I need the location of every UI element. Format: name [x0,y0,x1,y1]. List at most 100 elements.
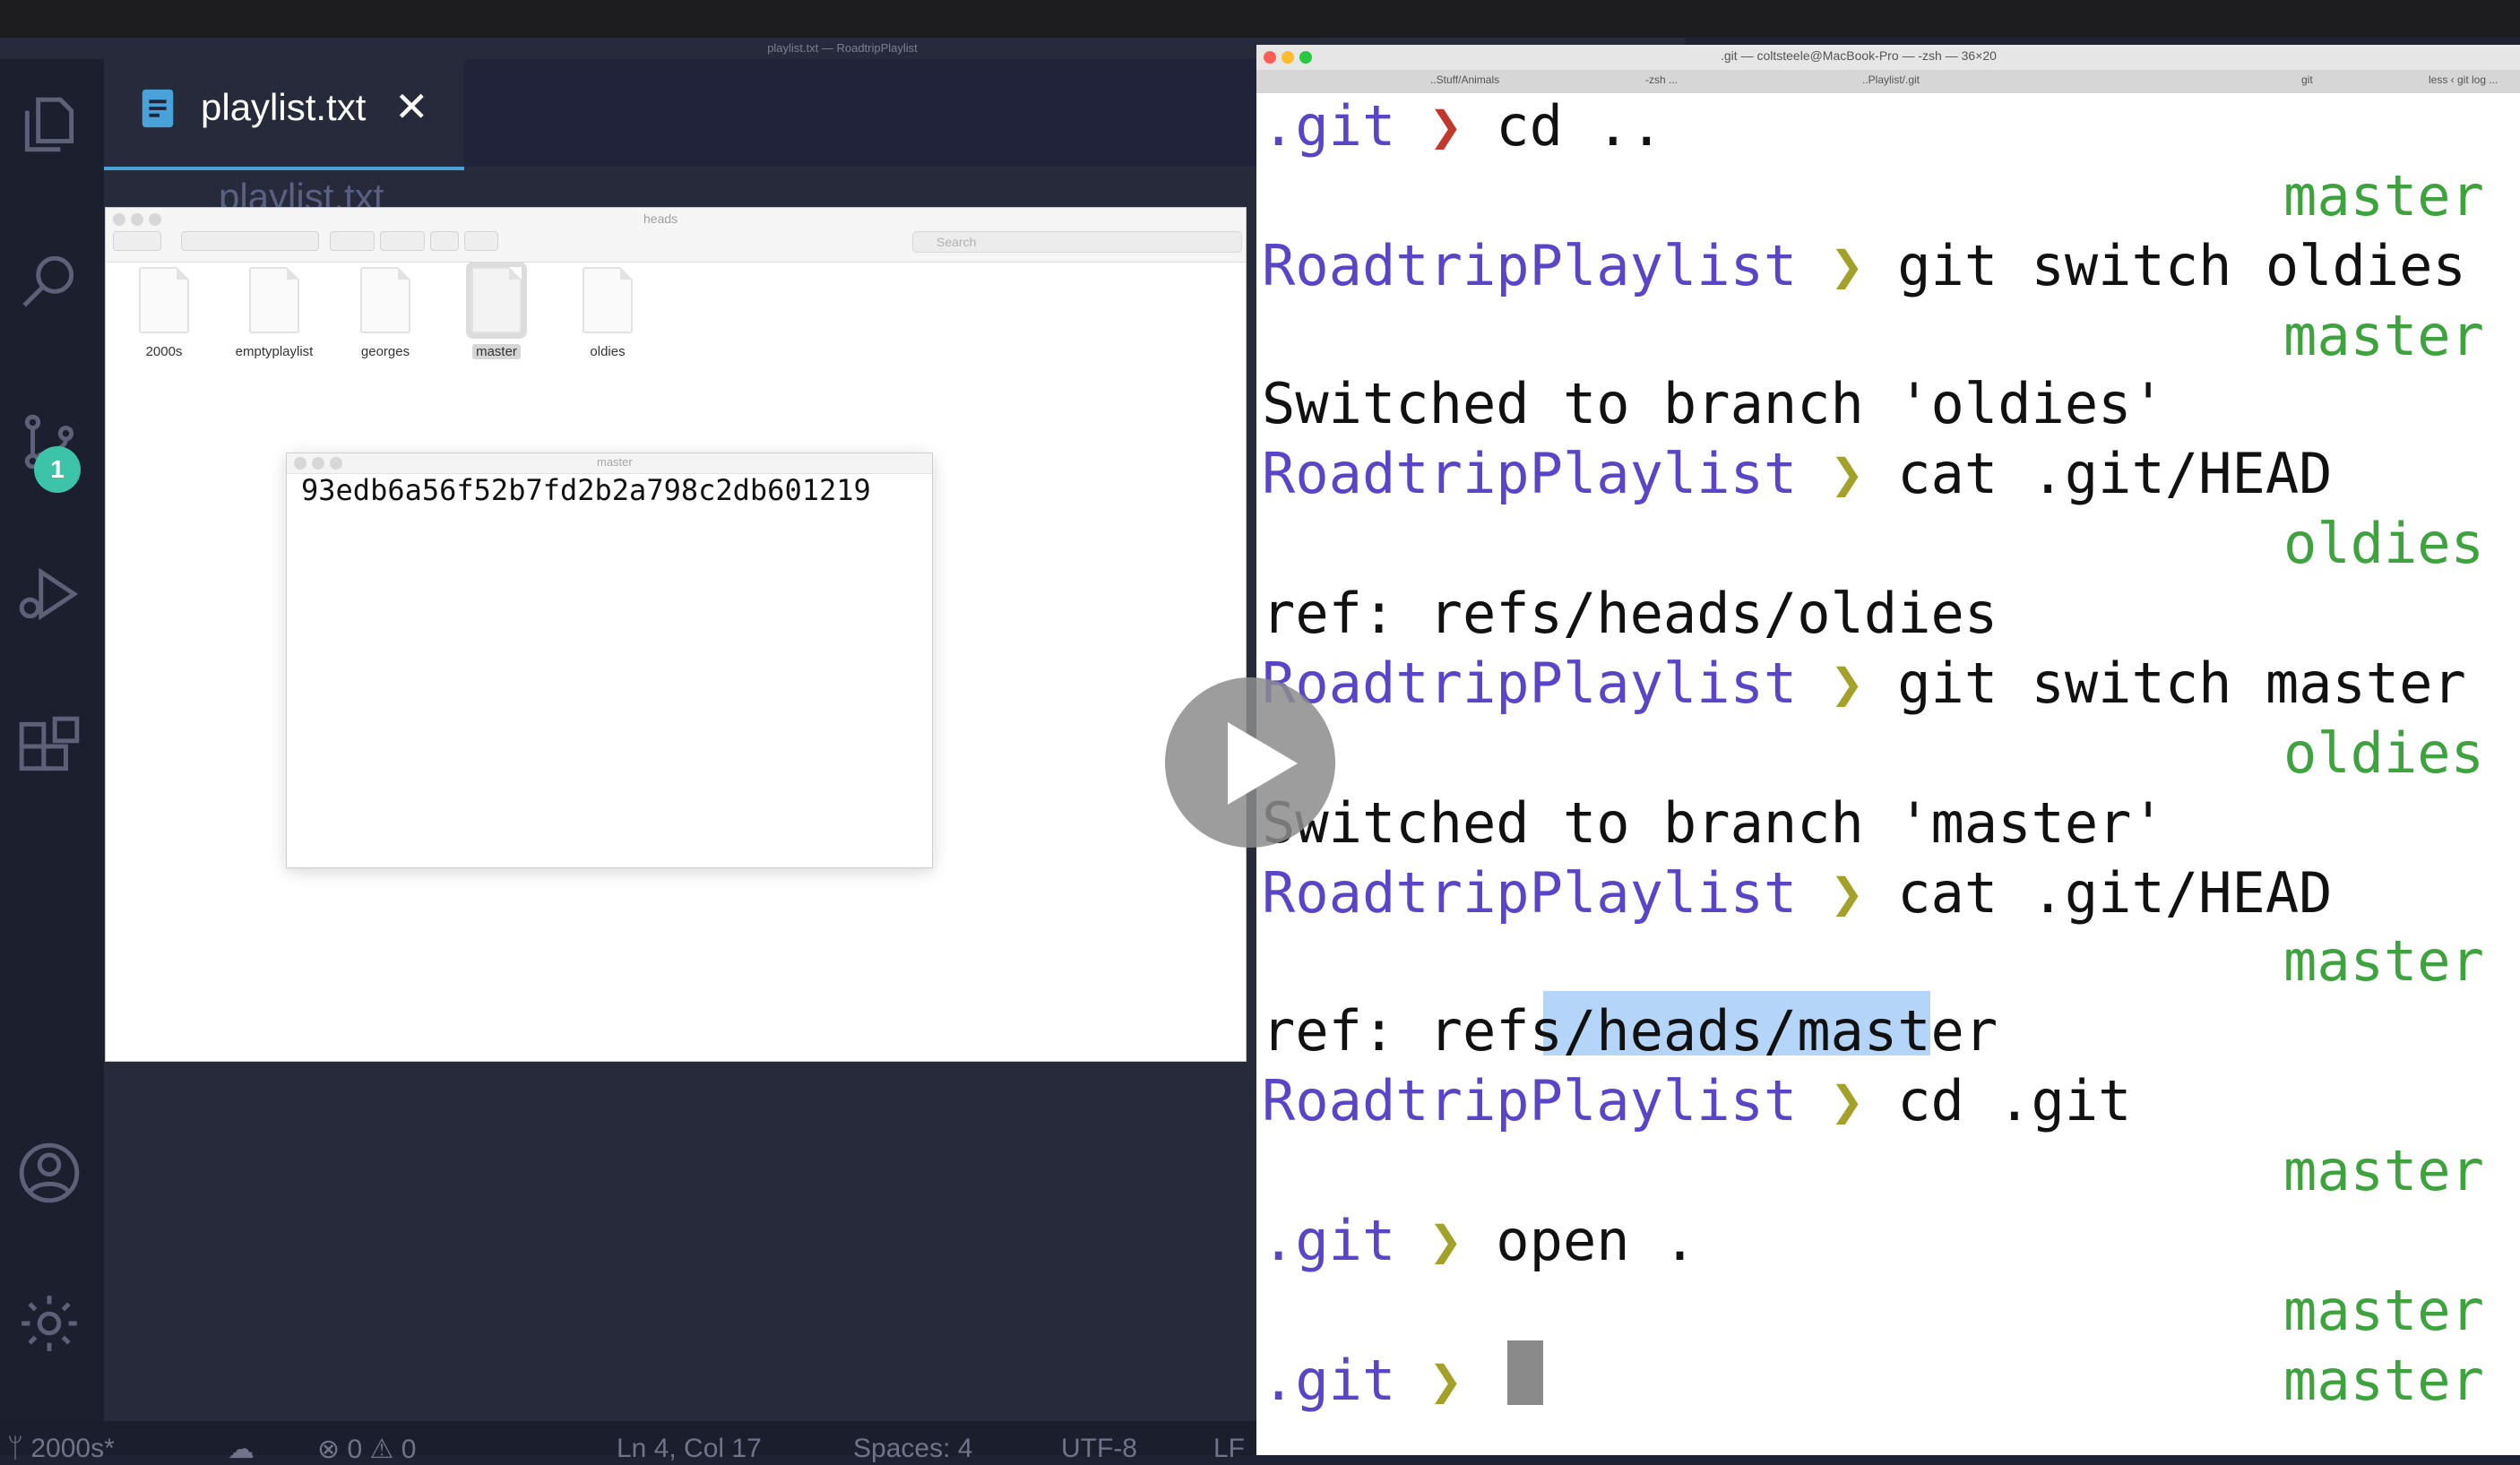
run-debug-icon[interactable] [16,561,82,627]
settings-gear-icon[interactable] [16,1290,82,1357]
document-icon [249,267,299,333]
terminal-prompt-line: .git ❯ [1262,1348,1463,1413]
terminal-tab[interactable]: git [2301,73,2313,86]
command-text: cd .. [1462,93,1663,159]
activity-bar [0,59,104,1421]
terminal-output-line: ref: refs/heads/master [1262,998,1998,1064]
branch-status[interactable]: ᛘ 2000s* [7,1434,115,1464]
finder-search-input[interactable]: Search [912,231,1242,253]
minimize-light[interactable] [312,457,324,470]
prompt-arrow: ❯ [1395,93,1463,159]
document-icon [583,267,633,333]
prompt-arrow: ❯ [1395,1208,1463,1273]
right-prompt-branch: master [2283,163,2484,228]
terminal-prompt-line: RoadtripPlaylist ❯ cat .git/HEAD [1262,860,2332,926]
file-2000s[interactable]: 2000s [115,267,213,359]
source-control-badge: 1 [34,446,81,493]
document-icon [360,267,410,333]
encoding-status[interactable]: UTF-8 [1061,1434,1137,1464]
document-icon [139,267,189,333]
textedit-title: master [597,455,633,469]
command-text: cat .git/HEAD [1863,860,2333,926]
prompt-arrow: ❯ [1797,233,1864,298]
minimize-light[interactable] [1282,51,1294,64]
zoom-light[interactable] [149,213,161,226]
back-forward-buttons[interactable] [113,231,161,251]
sync-icon[interactable]: ☁ [228,1434,255,1465]
terminal-prompt-line: RoadtripPlaylist ❯ git switch oldies [1262,233,2466,298]
file-georges[interactable]: georges [336,267,435,359]
terminal-tab[interactable]: less ‹ git log ... [2429,73,2498,86]
terminal-cursor [1507,1340,1543,1405]
action-gear-button[interactable] [380,231,425,251]
command-text: open . [1462,1208,1697,1273]
terminal-output-line: Switched to branch 'oldies' [1262,371,2165,436]
status-bar: ᛘ 2000s* ☁ ⊗ 0 ⚠ 0 Ln 4, Col 17 Spaces: … [0,1421,1256,1464]
right-prompt-branch: master [2283,1278,2484,1343]
prompt-arrow: ❯ [1395,1348,1463,1413]
right-prompt-branch: oldies [2283,720,2484,786]
prompt-directory: RoadtripPlaylist [1262,233,1798,298]
command-text: cat .git/HEAD [1863,441,2333,506]
tags-button[interactable] [464,231,498,251]
prompt-arrow: ❯ [1797,1068,1864,1133]
right-prompt-branch: oldies [2283,511,2484,576]
command-text: git switch oldies [1863,233,2466,298]
branch-icon: ᛘ [7,1434,31,1463]
file-text-icon [140,88,176,129]
play-icon[interactable] [1228,722,1298,805]
tab-close-button[interactable]: ✕ [394,82,429,131]
close-light[interactable] [113,213,125,226]
prompt-arrow: ❯ [1797,441,1864,506]
terminal-prompt-line: RoadtripPlaylist ❯ cd .git [1262,1068,2132,1133]
close-light[interactable] [1264,51,1276,64]
close-light[interactable] [294,457,306,470]
right-prompt-branch: master [2283,928,2484,994]
terminal-output-line: Switched to branch 'master' [1262,790,2165,856]
finder-title: heads [643,211,678,226]
prompt-directory: .git [1262,93,1396,159]
prompt-directory: .git [1262,1348,1396,1413]
textedit-content[interactable]: 93edb6a56f52b7fd2b2a798c2db601219 [301,473,932,507]
minimize-light[interactable] [131,213,143,226]
terminal-tab[interactable]: ..Stuff/Animals [1430,73,1499,86]
document-icon [471,267,522,333]
file-oldies[interactable]: oldies [558,267,657,359]
textedit-window [287,453,932,867]
file-master[interactable]: master [447,267,546,359]
group-button[interactable] [330,231,375,251]
zoom-light[interactable] [330,457,342,470]
explorer-files-icon[interactable] [16,91,82,158]
prompt-arrow: ❯ [1797,860,1864,926]
zoom-light[interactable] [1299,51,1312,64]
terminal-tab-active[interactable]: ..Playlist/.git [1862,73,1920,86]
terminal-prompt-line: RoadtripPlaylist ❯ git switch master [1262,651,2466,716]
terminal-prompt-line: .git ❯ cd .. [1262,93,1663,159]
prompt-directory: RoadtripPlaylist [1262,1068,1798,1133]
macos-menubar [0,0,2520,38]
terminal-title: .git — coltsteele@MacBook-Pro — -zsh — 3… [1721,48,1997,63]
terminal-tab[interactable]: -zsh ... [1645,73,1678,86]
command-text: git switch master [1863,651,2466,716]
right-prompt-branch: master [2283,1348,2484,1413]
terminal-output-line: ref: refs/heads/oldies [1262,581,1998,646]
right-prompt-branch: master [2283,303,2484,368]
prompt-arrow: ❯ [1797,651,1864,716]
problems-status[interactable]: ⊗ 0 ⚠ 0 [317,1434,416,1465]
eol-status[interactable]: LF [1213,1434,1245,1464]
indent-status[interactable]: Spaces: 4 [853,1434,972,1464]
share-button[interactable] [430,231,459,251]
tab-label: playlist.txt [201,86,367,128]
accounts-icon[interactable] [16,1140,82,1206]
right-prompt-branch: master [2283,1138,2484,1203]
file-emptyplaylist[interactable]: emptyplaylist [225,267,324,359]
search-icon[interactable] [16,247,82,314]
extensions-icon[interactable] [16,713,82,780]
terminal-prompt-line: .git ❯ open . [1262,1208,1696,1273]
terminal-prompt-line: RoadtripPlaylist ❯ cat .git/HEAD [1262,441,2332,506]
view-mode-buttons[interactable] [181,231,319,251]
cursor-position[interactable]: Ln 4, Col 17 [617,1434,762,1464]
prompt-directory: RoadtripPlaylist [1262,651,1798,716]
prompt-directory: RoadtripPlaylist [1262,441,1798,506]
command-text: cd .git [1863,1068,2132,1133]
